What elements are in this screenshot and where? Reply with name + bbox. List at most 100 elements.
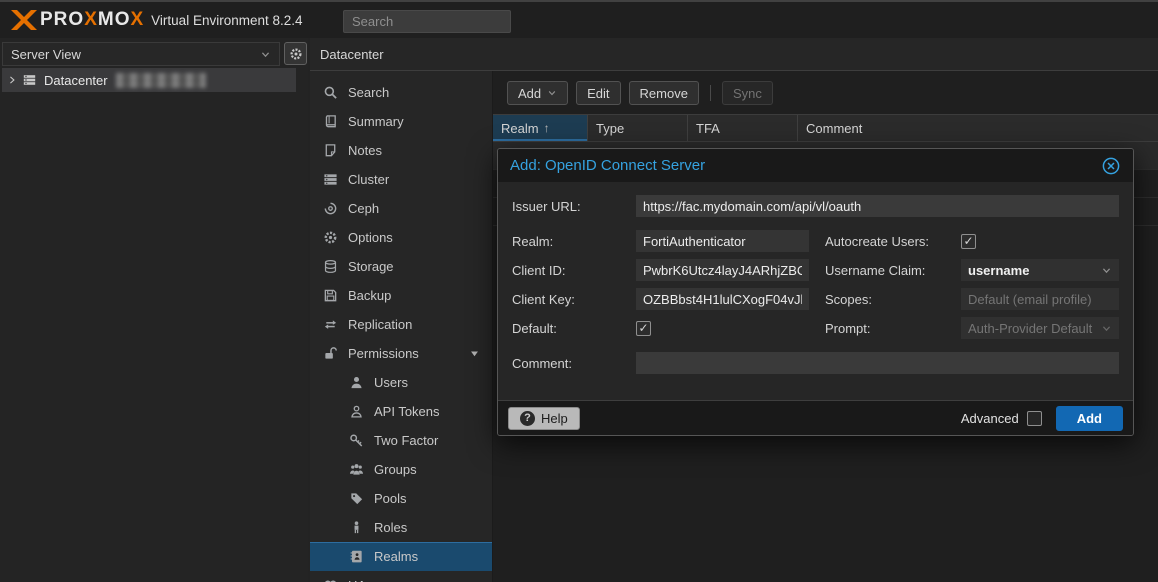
datacenter-nav-sidebar: Search Summary Notes ClusterCephOptions Stor… (310, 71, 493, 582)
add-realm-button[interactable]: Add (507, 81, 568, 105)
proxmox-wordmark: PROXMOX (40, 9, 144, 31)
default-checkbox[interactable]: ✓ (636, 321, 651, 336)
sync-realm-button[interactable]: Sync (722, 81, 773, 105)
comment-input[interactable] (636, 352, 1119, 374)
sidebar-item-cluster[interactable]: Cluster (310, 165, 492, 194)
add-button-label: Add (518, 86, 541, 101)
issuer-url-row: Issuer URL: (512, 195, 1119, 217)
remove-realm-button[interactable]: Remove (629, 81, 699, 105)
column-label: Type (596, 121, 624, 136)
realms-toolbar: Add Edit Remove Sync (493, 71, 1158, 105)
resource-tree-panel: Server View Datacenter (0, 38, 308, 582)
prompt-value: Auth-Provider Default (968, 321, 1101, 336)
column-header-realm[interactable]: Realm ↑ (493, 115, 588, 141)
sidebar-item-label: Storage (348, 259, 394, 274)
autocreate-users-label: Autocreate Users: (825, 234, 961, 249)
tree-item-datacenter[interactable]: Datacenter (2, 68, 296, 92)
username-claim-value: username (968, 263, 1101, 278)
sidebar-item-label: Pools (374, 491, 407, 506)
book-icon (323, 114, 338, 129)
global-search-input[interactable] (343, 10, 511, 33)
help-button[interactable]: Help (508, 407, 580, 430)
sidebar-item-label: Groups (374, 462, 417, 477)
gear-icon (323, 230, 338, 245)
dialog-titlebar[interactable]: Add: OpenID Connect Server (498, 149, 1133, 182)
chevron-down-icon (1101, 265, 1112, 276)
sidebar-item-summary[interactable]: Summary (310, 107, 492, 136)
unlock-icon (323, 346, 338, 361)
server-stack-icon (323, 172, 338, 187)
column-header-type[interactable]: Type (588, 115, 688, 141)
dialog-left-column: Realm: Client ID: Client Key: Default: ✓ (512, 230, 812, 346)
realm-input[interactable] (636, 230, 809, 252)
sidebar-item-two-factor[interactable]: Two Factor (310, 426, 492, 455)
sidebar-item-label: Summary (348, 114, 404, 129)
sidebar-item-label: Users (374, 375, 408, 390)
sidebar-item-permissions[interactable]: Permissions (310, 339, 492, 368)
sidebar-item-roles[interactable]: Roles (310, 513, 492, 542)
sidebar-item-label: API Tokens (374, 404, 440, 419)
dialog-right-column: Autocreate Users: ✓ Username Claim: user… (825, 230, 1119, 346)
sidebar-item-replication[interactable]: Replication (310, 310, 492, 339)
sidebar-item-label: Notes (348, 143, 382, 158)
sidebar-item-api-tokens[interactable]: API Tokens (310, 397, 492, 426)
sidebar-item-label: Search (348, 85, 389, 100)
sidebar-item-ha[interactable]: HA (310, 571, 492, 582)
proxmox-app-window: PROXMOX Virtual Environment 8.2.4 Server… (0, 0, 1158, 582)
edit-button-label: Edit (587, 86, 609, 101)
scopes-label: Scopes: (825, 292, 961, 307)
sync-arrows-icon (323, 317, 338, 332)
prompt-label: Prompt: (825, 321, 961, 336)
edit-realm-button[interactable]: Edit (576, 81, 620, 105)
issuer-url-input[interactable] (636, 195, 1119, 217)
column-header-comment[interactable]: Comment (798, 115, 1158, 141)
server-stack-icon (22, 73, 37, 87)
sidebar-item-search[interactable]: Search (310, 78, 492, 107)
tag-icon (349, 491, 364, 506)
advanced-checkbox[interactable] (1027, 411, 1042, 426)
ceph-icon (323, 201, 338, 216)
key-icon (349, 433, 364, 448)
sidebar-item-label: Permissions (348, 346, 419, 361)
username-claim-select[interactable]: username (961, 259, 1119, 281)
sidebar-item-groups[interactable]: Groups (310, 455, 492, 484)
search-icon (323, 85, 338, 100)
sidebar-item-label: Roles (374, 520, 407, 535)
client-key-label: Client Key: (512, 292, 636, 307)
client-id-input[interactable] (636, 259, 809, 281)
realms-table-header: Realm ↑ Type TFA Comment (493, 114, 1158, 142)
default-label: Default: (512, 321, 636, 336)
sidebar-item-notes[interactable]: Notes (310, 136, 492, 165)
users-icon (349, 462, 364, 477)
sidebar-item-realms[interactable]: Realms (310, 542, 492, 571)
sidebar-item-options[interactable]: Options (310, 223, 492, 252)
redacted-hostname (116, 73, 206, 88)
realm-label: Realm: (512, 234, 636, 249)
tree-settings-button[interactable] (284, 42, 307, 65)
autocreate-users-checkbox[interactable]: ✓ (961, 234, 976, 249)
caret-down-icon (469, 348, 480, 359)
view-mode-label: Server View (11, 47, 260, 62)
view-mode-select[interactable]: Server View (2, 42, 280, 66)
sidebar-item-label: Realms (374, 549, 418, 564)
column-label: TFA (696, 121, 720, 136)
issuer-url-label: Issuer URL: (512, 199, 636, 214)
client-key-input[interactable] (636, 288, 809, 310)
sidebar-item-users[interactable]: Users (310, 368, 492, 397)
floppy-icon (323, 288, 338, 303)
column-header-tfa[interactable]: TFA (688, 115, 798, 141)
chevron-right-icon[interactable] (7, 75, 17, 85)
sidebar-item-storage[interactable]: Storage (310, 252, 492, 281)
comment-row: Comment: (512, 352, 1119, 374)
sidebar-item-backup[interactable]: Backup (310, 281, 492, 310)
username-claim-label: Username Claim: (825, 263, 961, 278)
database-icon (323, 259, 338, 274)
prompt-select[interactable]: Auth-Provider Default (961, 317, 1119, 339)
sidebar-item-ceph[interactable]: Ceph (310, 194, 492, 223)
person-icon (349, 520, 364, 535)
sidebar-item-pools[interactable]: Pools (310, 484, 492, 513)
dialog-add-button[interactable]: Add (1056, 406, 1123, 431)
advanced-label: Advanced (961, 411, 1019, 426)
scopes-input[interactable] (961, 288, 1119, 310)
close-icon[interactable] (1101, 156, 1121, 176)
